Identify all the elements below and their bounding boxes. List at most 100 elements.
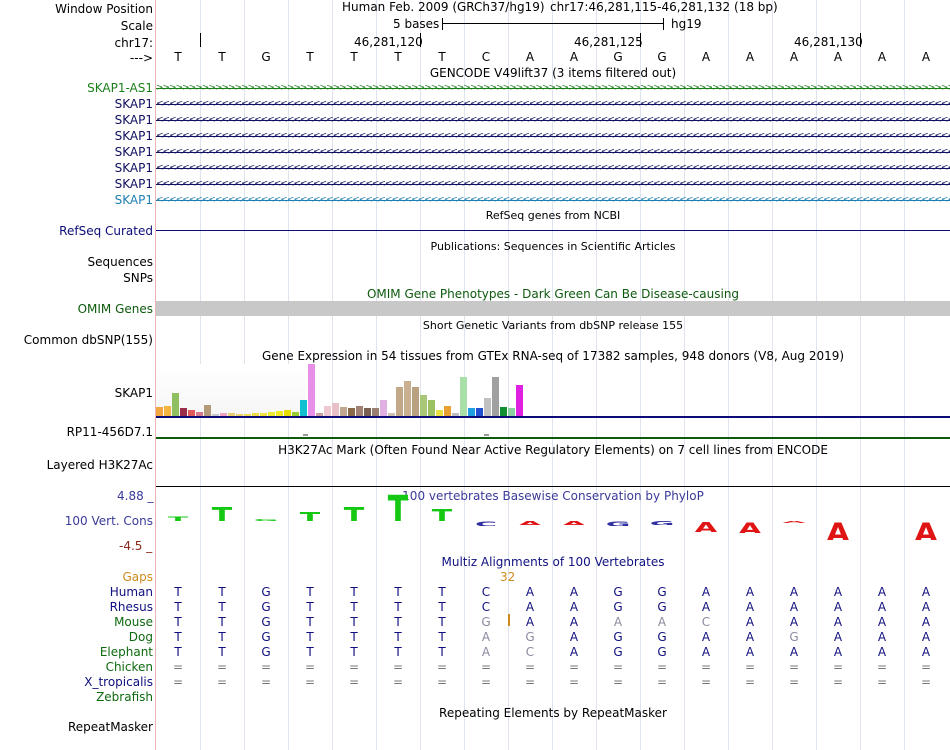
gtex-tissue-bar[interactable]: [460, 377, 467, 416]
phylop-score-glyph[interactable]: A: [690, 521, 722, 531]
gtex-tissue-bar[interactable]: [348, 408, 355, 416]
gtex-tissue-bar[interactable]: [436, 410, 443, 416]
gencode-item-label[interactable]: SKAP1-AS1: [87, 81, 153, 95]
omim-label[interactable]: OMIM Genes: [78, 302, 153, 316]
refseq-track-title[interactable]: RefSeq genes from NCBI: [156, 209, 950, 222]
phylop-score-glyph[interactable]: T: [426, 508, 458, 521]
dbsnp-label[interactable]: Common dbSNP(155): [24, 333, 153, 347]
gtex-tissue-bar[interactable]: [284, 410, 291, 416]
gtex-tissue-bar[interactable]: [316, 413, 323, 416]
species-label[interactable]: Dog: [129, 630, 153, 644]
gtex-tissue-bar[interactable]: [372, 408, 379, 416]
species-label[interactable]: Rhesus: [110, 600, 153, 614]
gtex-tissue-bar[interactable]: [244, 414, 251, 416]
publications-track-title[interactable]: Publications: Sequences in Scientific Ar…: [156, 240, 950, 253]
species-label[interactable]: Elephant: [100, 645, 153, 659]
gtex-tissue-bar[interactable]: [356, 406, 363, 416]
phylop-track-title[interactable]: 100 vertebrates Basewise Conservation by…: [156, 489, 950, 503]
gtex-tissue-bar[interactable]: [396, 387, 403, 416]
refseq-label[interactable]: RefSeq Curated: [59, 224, 153, 238]
gtex-tissue-bar[interactable]: [188, 410, 195, 416]
gtex-gene-label[interactable]: SKAP1: [115, 386, 153, 400]
gtex-tissue-bar[interactable]: [308, 364, 315, 416]
gtex-tissue-bar[interactable]: [484, 398, 491, 416]
gencode-item-label[interactable]: SKAP1: [115, 145, 153, 159]
gtex-tissue-bar[interactable]: [412, 387, 419, 416]
phylop-score-glyph[interactable]: G: [250, 519, 282, 521]
gtex-tissue-bar[interactable]: [220, 413, 227, 416]
dbsnp-track-title[interactable]: Short Genetic Variants from dbSNP releas…: [156, 319, 950, 332]
phylop-score-glyph[interactable]: T: [206, 506, 238, 521]
gtex-tissue-bar[interactable]: [444, 406, 451, 416]
gtex-tissue-bar[interactable]: [332, 403, 339, 416]
phylop-score-glyph[interactable]: T: [294, 511, 326, 521]
gencode-item-label[interactable]: SKAP1: [115, 193, 153, 207]
multiz-track-title[interactable]: Multiz Alignments of 100 Vertebrates: [156, 555, 950, 569]
gtex-tissue-bar[interactable]: [180, 408, 187, 416]
gtex-tissue-bar[interactable]: [228, 413, 235, 416]
gtex-tissue-bar[interactable]: [516, 385, 523, 416]
refseq-feature-line[interactable]: [156, 230, 950, 231]
gtex-tissue-bar[interactable]: [300, 400, 307, 416]
phylop-score-glyph[interactable]: C: [470, 521, 502, 526]
phylop-label[interactable]: 100 Vert. Cons: [65, 514, 153, 528]
gtex-second-label[interactable]: RP11-456D7.1: [67, 425, 153, 439]
phylop-score-glyph[interactable]: A: [910, 521, 942, 540]
gtex-tissue-bar[interactable]: [324, 406, 331, 416]
gtex-tissue-bar[interactable]: [500, 407, 507, 416]
gtex-tissue-bar[interactable]: [420, 395, 427, 416]
gencode-item-label[interactable]: SKAP1: [115, 177, 153, 191]
phylop-score-glyph[interactable]: A: [558, 521, 590, 525]
gencode-item-label[interactable]: SKAP1: [115, 161, 153, 175]
omim-feature-bar[interactable]: [156, 301, 950, 316]
repeatmasker-track-title[interactable]: Repeating Elements by RepeatMasker: [156, 706, 950, 720]
gtex-tissue-bar[interactable]: [164, 406, 171, 416]
gtex-tissue-bar[interactable]: [172, 393, 179, 416]
gtex-tissue-bar[interactable]: [380, 400, 387, 416]
phylop-score-glyph[interactable]: A: [778, 521, 810, 523]
gencode-item-label[interactable]: SKAP1: [115, 97, 153, 111]
species-label[interactable]: Zebrafish: [96, 690, 153, 704]
gtex-tissue-bar[interactable]: [268, 412, 275, 416]
gtex-tissue-bar[interactable]: [212, 414, 219, 416]
phylop-score-glyph[interactable]: T: [382, 492, 414, 521]
gtex-tissue-bar[interactable]: [388, 413, 395, 416]
snps-label[interactable]: SNPs: [123, 271, 153, 285]
gtex-tissue-bar[interactable]: [364, 408, 371, 416]
gtex-tissue-bar[interactable]: [468, 408, 475, 416]
gtex-tissue-bar[interactable]: [476, 408, 483, 416]
h3k27ac-label[interactable]: Layered H3K27Ac: [47, 458, 153, 472]
phylop-score-glyph[interactable]: T: [162, 516, 194, 521]
gtex-tissue-bar[interactable]: [196, 412, 203, 416]
gtex-tissue-bar[interactable]: [156, 407, 163, 416]
species-label[interactable]: X_tropicalis: [84, 675, 153, 689]
gtex-tissue-bar[interactable]: [508, 408, 515, 416]
species-label[interactable]: Mouse: [114, 615, 153, 629]
phylop-score-glyph[interactable]: G: [646, 521, 678, 525]
phylop-score-glyph[interactable]: T: [338, 506, 370, 521]
gencode-item-label[interactable]: SKAP1: [115, 129, 153, 143]
h3k27ac-track-title[interactable]: H3K27Ac Mark (Often Found Near Active Re…: [156, 443, 950, 457]
phylop-score-glyph[interactable]: A: [734, 521, 766, 533]
repeatmasker-label[interactable]: RepeatMasker: [68, 720, 153, 734]
gtex-tissue-bar[interactable]: [452, 413, 459, 416]
gtex-tissue-bar[interactable]: [492, 377, 499, 416]
gtex-skap1-gene-line[interactable]: [156, 416, 950, 418]
position-text[interactable]: chr17:46,281,115-46,281,132 (18 bp): [550, 0, 778, 14]
gencode-item-label[interactable]: SKAP1: [115, 113, 153, 127]
publications-label[interactable]: Sequences: [88, 255, 153, 269]
gtex-tissue-bar[interactable]: [204, 405, 211, 416]
gaps-label[interactable]: Gaps: [122, 570, 153, 584]
gtex-tissue-bar[interactable]: [252, 413, 259, 416]
gtex-tissue-bar[interactable]: [404, 381, 411, 416]
phylop-score-glyph[interactable]: G: [602, 521, 634, 526]
gtex-tissue-bar[interactable]: [292, 412, 299, 416]
phylop-score-glyph[interactable]: A: [822, 521, 854, 540]
gtex-track-title[interactable]: Gene Expression in 54 tissues from GTEx …: [156, 349, 950, 363]
phylop-score-glyph[interactable]: A: [514, 521, 546, 525]
gtex-tissue-bar[interactable]: [340, 407, 347, 416]
gtex-tissue-bar[interactable]: [236, 414, 243, 416]
species-label[interactable]: Human: [110, 585, 153, 599]
gtex-tissue-bar[interactable]: [276, 411, 283, 416]
insertion-marker[interactable]: [508, 614, 510, 626]
